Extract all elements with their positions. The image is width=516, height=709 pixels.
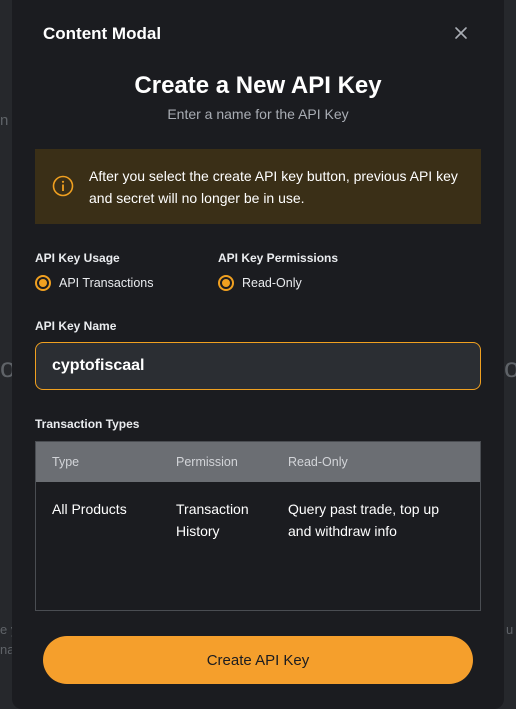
backdrop-text: u (506, 622, 514, 637)
header-read-only: Read-Only (288, 455, 348, 469)
info-icon (52, 175, 74, 197)
api-key-modal: Content Modal Create a New API Key Enter… (12, 0, 504, 709)
header-permission: Permission (176, 455, 238, 469)
transaction-types-label: Transaction Types (35, 417, 140, 431)
modal-subtitle: Enter a name for the API Key (167, 106, 349, 122)
api-key-name-input[interactable] (35, 342, 481, 390)
create-api-key-button[interactable]: Create API Key (43, 636, 473, 684)
close-icon[interactable] (452, 24, 470, 42)
warning-text: After you select the create API key butt… (89, 168, 458, 206)
warning-banner: After you select the create API key butt… (35, 149, 481, 224)
usage-value: API Transactions (59, 276, 154, 290)
permissions-value: Read-Only (242, 276, 302, 290)
backdrop-text: o (504, 352, 516, 383)
usage-radio[interactable]: API Transactions (37, 276, 154, 290)
table-row: All Products Transaction History Query p… (36, 482, 480, 542)
header-type: Type (52, 455, 80, 469)
cell-type: All Products (52, 501, 127, 517)
cell-read-only: Query past trade, top up and withdraw in… (288, 501, 439, 539)
permissions-radio[interactable]: Read-Only (220, 276, 302, 290)
modal-header-title: Content Modal (43, 24, 162, 43)
backdrop-text: n (0, 112, 9, 129)
name-label: API Key Name (35, 319, 117, 333)
cell-permission: Transaction History (176, 501, 249, 539)
permissions-label: API Key Permissions (218, 251, 339, 265)
radio-selected-icon (37, 277, 49, 289)
modal-title: Create a New API Key (134, 72, 382, 99)
radio-selected-icon (220, 277, 232, 289)
table-header: Type Permission Read-Only (36, 442, 480, 482)
usage-label: API Key Usage (35, 251, 120, 265)
transaction-table: Type Permission Read-Only All Products T… (35, 441, 481, 611)
